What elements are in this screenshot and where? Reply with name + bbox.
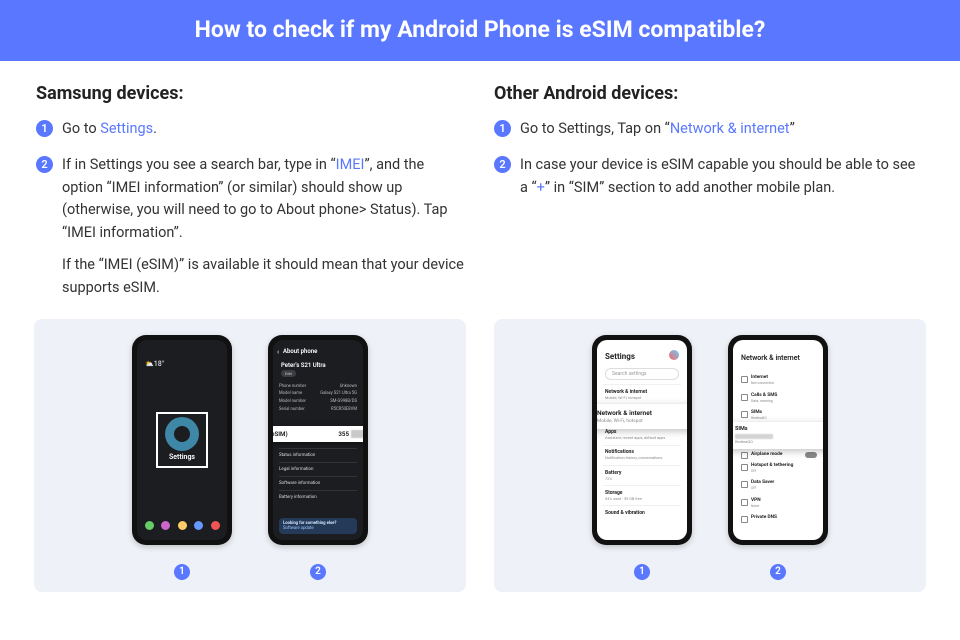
imei-link[interactable]: IMEI	[336, 156, 365, 173]
samsung-steps: 1 Go to Settings. 2 If in Settings you s…	[36, 118, 466, 299]
device-name: Peter's S21 Ultra	[281, 362, 326, 369]
instruction-columns: Samsung devices: 1 Go to Settings. 2 If …	[0, 61, 960, 313]
samsung-step-2-note: If the “IMEI (eSIM)” is available it sho…	[62, 254, 466, 299]
avatar	[669, 350, 679, 360]
imei-esim-label: IMEI (eSIM)	[273, 430, 288, 438]
page-title: How to check if my Android Phone is eSIM…	[10, 16, 950, 43]
samsung-step-2: 2 If in Settings you see a search bar, t…	[36, 154, 466, 299]
samsung-captions: 1 2	[46, 559, 454, 580]
screenshot-row: ⛅18° Settings ‹ About phone Peter's S21 …	[0, 319, 960, 592]
other-captions: 1 2	[506, 559, 914, 580]
weather-widget: ⛅18°	[145, 360, 164, 368]
text: .	[153, 120, 157, 137]
other-step-1: 1 Go to Settings, Tap on “Network & inte…	[494, 118, 924, 140]
step-number-icon: 1	[36, 120, 53, 137]
network-internet-link[interactable]: Network & internet	[670, 120, 790, 137]
callout-sub: Mobile, Wi-Fi, hotspot	[597, 419, 643, 424]
imei-esim-callout: IMEI (eSIM) 355	[273, 426, 363, 442]
callout-sub: RedteaGO	[735, 439, 753, 444]
device-info-list: Phone numberUnknown Model nameGalaxy S21…	[279, 382, 357, 413]
page-banner: How to check if my Android Phone is eSIM…	[0, 0, 960, 61]
samsung-phone-1: ⛅18° Settings	[132, 335, 232, 545]
other-steps: 1 Go to Settings, Tap on “Network & inte…	[494, 118, 924, 199]
samsung-phone-2: ‹ About phone Peter's S21 Ultra Edit Pho…	[268, 335, 368, 545]
caption-badge: 2	[770, 564, 786, 580]
plus-link[interactable]: +	[537, 179, 545, 196]
samsung-screenshots: ⛅18° Settings ‹ About phone Peter's S21 …	[34, 319, 466, 592]
network-internet-callout: Network & internet Mobile, Wi-Fi, hotspo…	[597, 404, 687, 429]
other-screenshots: Settings Search settings Network & inter…	[494, 319, 926, 592]
gear-icon	[165, 417, 199, 451]
back-icon: ‹	[277, 348, 279, 356]
other-column: Other Android devices: 1 Go to Settings,…	[494, 83, 924, 313]
text: ” in “SIM” section to add another mobile…	[545, 179, 835, 196]
toggle-icon	[805, 452, 817, 458]
samsung-step-1: 1 Go to Settings.	[36, 118, 466, 140]
caption-badge: 1	[174, 564, 190, 580]
edit-button: Edit	[281, 370, 296, 377]
app-dock	[137, 521, 227, 530]
settings-label: Settings	[158, 453, 206, 461]
step-number-icon: 2	[36, 156, 53, 173]
blurred-value	[351, 430, 363, 438]
samsung-heading: Samsung devices:	[36, 83, 466, 104]
text: If in Settings you see a search bar, typ…	[62, 156, 336, 173]
callout-title: SIMs	[735, 426, 823, 432]
other-heading: Other Android devices:	[494, 83, 924, 104]
samsung-column: Samsung devices: 1 Go to Settings. 2 If …	[36, 83, 466, 313]
text: Go to Settings, Tap on “	[520, 120, 670, 137]
sims-callout: SIMs RedteaGO +	[733, 422, 823, 449]
text: ”	[790, 120, 795, 137]
footer-card: Looking for something else? Software upd…	[279, 518, 357, 534]
android-phone-1: Settings Search settings Network & inter…	[592, 335, 692, 545]
imei-esim-value: 355	[338, 430, 349, 438]
search-input: Search settings	[605, 368, 679, 380]
blurred-value	[735, 434, 773, 439]
about-sections: Status information Legal information Sof…	[279, 448, 357, 504]
other-step-2: 2 In case your device is eSIM capable yo…	[494, 154, 924, 199]
step-number-icon: 1	[494, 120, 511, 137]
network-internet-title: Network & internet	[741, 354, 800, 362]
settings-app-highlight: Settings	[156, 412, 208, 468]
callout-title: Network & internet	[597, 409, 687, 417]
about-phone-title: About phone	[283, 348, 317, 355]
text: Go to	[62, 120, 100, 137]
caption-badge: 1	[634, 564, 650, 580]
settings-link[interactable]: Settings	[100, 120, 153, 137]
android-phone-2: Network & internet InternetNot connected…	[728, 335, 828, 545]
caption-badge: 2	[310, 564, 326, 580]
settings-title: Settings	[605, 352, 635, 361]
step-number-icon: 2	[494, 156, 511, 173]
